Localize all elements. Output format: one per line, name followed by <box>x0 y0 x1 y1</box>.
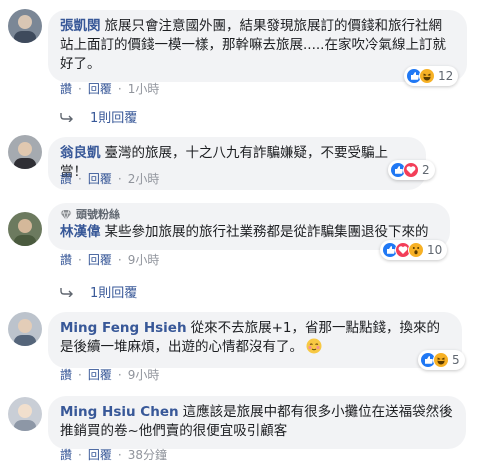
comment-bubble: Ming Hsiu Chen 這應該是旅展中都有很多小攤位在送福袋然後推銷買的卷~… <box>48 396 466 449</box>
comment-bubble: Ming Feng Hsieh 從來不去旅展+1，省那一點點錢，換來的是後續一堆麻… <box>48 312 462 368</box>
timestamp[interactable]: 9小時 <box>128 366 160 383</box>
haha-icon <box>433 352 449 368</box>
comment-actions: 讚 · 回覆 · 1小時 <box>60 80 160 97</box>
commenter-name[interactable]: Ming Hsiu Chen <box>60 404 179 420</box>
reaction-summary[interactable]: 5 <box>418 350 465 370</box>
reply-link[interactable]: 回覆 <box>88 251 112 268</box>
like-link[interactable]: 讚 <box>60 80 72 97</box>
commenter-name[interactable]: 張凱閔 <box>60 18 101 34</box>
reply-arrow-icon <box>60 112 73 122</box>
diamond-icon <box>60 209 72 221</box>
reply-link[interactable]: 回覆 <box>88 170 112 187</box>
like-link[interactable]: 讚 <box>60 251 72 268</box>
comment-actions: 讚 · 回覆 · 38分鐘 <box>60 446 167 463</box>
comment-actions: 讚 · 回覆 · 9小時 <box>60 251 160 268</box>
like-link[interactable]: 讚 <box>60 446 72 463</box>
haha-icon <box>419 68 435 84</box>
badge-label: 頭號粉絲 <box>76 208 120 221</box>
view-replies-link[interactable]: 1則回覆 <box>60 282 137 301</box>
reaction-summary[interactable]: 10 <box>380 240 448 260</box>
reply-arrow-icon <box>60 287 73 297</box>
like-link[interactable]: 讚 <box>60 170 72 187</box>
comment-text: 某些參加旅展的旅行社業務都是從詐騙集團退役下來的 <box>104 224 429 240</box>
replies-label[interactable]: 1則回覆 <box>90 107 137 126</box>
like-link[interactable]: 讚 <box>60 366 72 383</box>
timestamp[interactable]: 2小時 <box>128 170 160 187</box>
blush-emoji-icon <box>306 338 322 360</box>
avatar[interactable] <box>8 397 42 431</box>
timestamp[interactable]: 38分鐘 <box>128 446 167 463</box>
comment-text: 旅展只會注意國外團，結果發現旅展訂的價錢和旅行社網站上面訂的價錢一模一樣，那幹嘛… <box>60 18 446 72</box>
comment-actions: 讚 · 回覆 · 9小時 <box>60 366 160 383</box>
timestamp[interactable]: 1小時 <box>128 80 160 97</box>
reaction-summary[interactable]: 2 <box>388 160 435 180</box>
timestamp[interactable]: 9小時 <box>128 251 160 268</box>
reaction-count: 2 <box>422 163 430 177</box>
avatar[interactable] <box>8 212 42 246</box>
reply-link[interactable]: 回覆 <box>88 366 112 383</box>
avatar[interactable] <box>8 135 42 169</box>
comment-actions: 讚 · 回覆 · 2小時 <box>60 170 160 187</box>
reaction-count: 10 <box>427 243 443 257</box>
reply-link[interactable]: 回覆 <box>88 80 112 97</box>
avatar[interactable] <box>8 312 42 346</box>
reaction-summary[interactable]: 12 <box>404 66 459 86</box>
love-icon <box>403 162 419 178</box>
replies-label[interactable]: 1則回覆 <box>90 282 137 301</box>
commenter-name[interactable]: Ming Feng Hsieh <box>60 320 187 336</box>
top-fan-badge: 頭號粉絲 <box>60 208 438 222</box>
avatar[interactable] <box>8 9 42 43</box>
reaction-count: 12 <box>438 69 454 83</box>
commenter-name[interactable]: 翁良凱 <box>60 145 101 161</box>
wow-icon <box>408 242 424 258</box>
reaction-count: 5 <box>452 353 460 367</box>
commenter-name[interactable]: 林漢偉 <box>60 224 101 240</box>
view-replies-link[interactable]: 1則回覆 <box>60 107 137 126</box>
reply-link[interactable]: 回覆 <box>88 446 112 463</box>
